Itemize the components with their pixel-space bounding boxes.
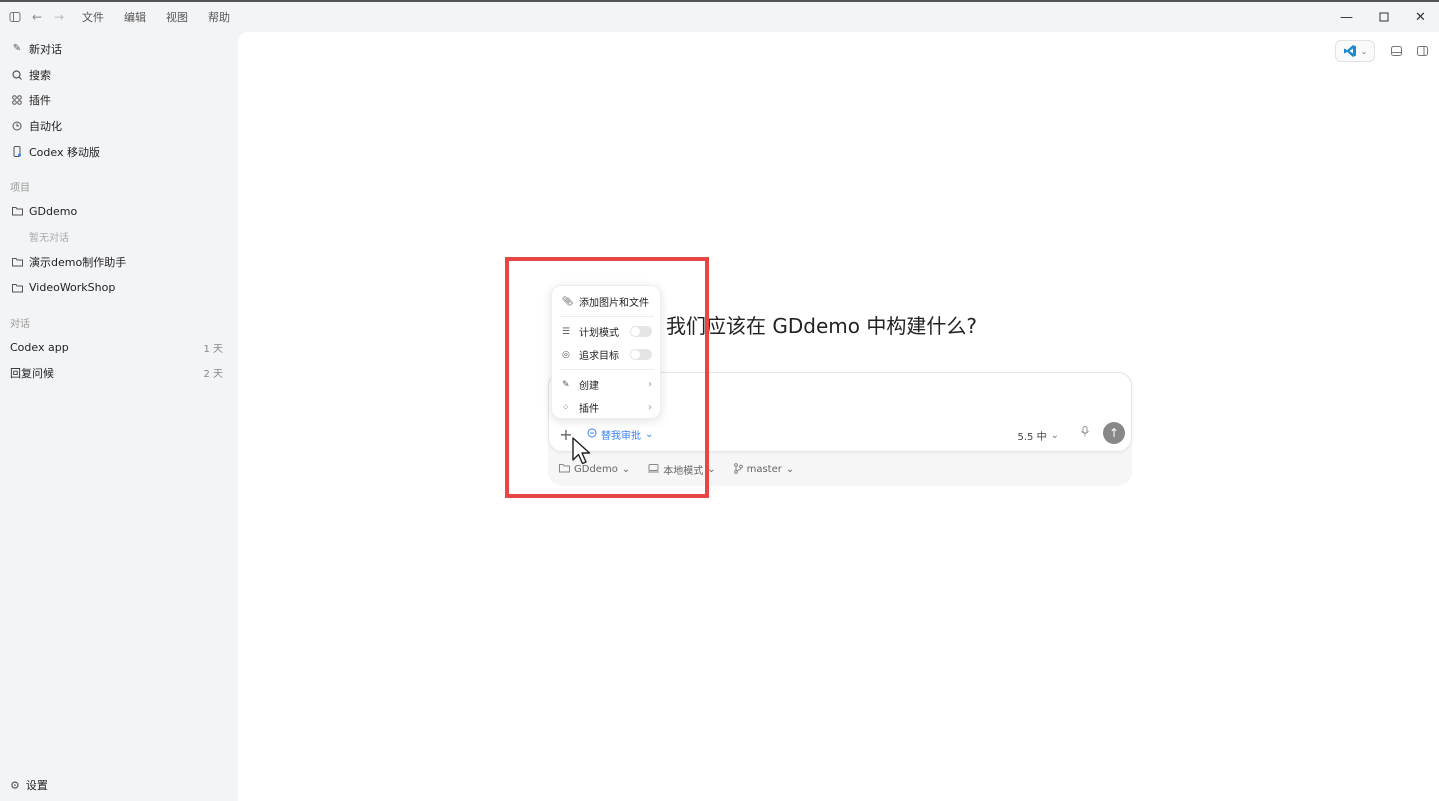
page-title: 我们应该在 GDdemo 中构建什么? [666,314,977,338]
project-videoworkshop[interactable]: VideoWorkShop [0,275,237,301]
forward-arrow-icon[interactable]: → [48,6,70,28]
sidebar-item-label: Codex 移动版 [29,145,100,159]
model-label: 5.5 中 [1017,432,1047,443]
sidebar: ✎ 新对话 搜索 插件 自动化 Codex 移动版 项目 GDdemo 暂无对话… [0,32,237,801]
highlight-box [505,257,709,498]
settings-label: 设置 [25,779,48,792]
vscode-icon [1343,45,1356,57]
maximize-icon[interactable] [1365,2,1402,32]
minimize-icon[interactable]: — [1328,2,1365,32]
sidebar-item-mobile[interactable]: Codex 移动版 [0,139,237,165]
menu-view[interactable]: 视图 [166,9,188,25]
conversation-item[interactable]: Codex app 1 天 [0,335,237,361]
chevron-down-icon: ⌄ [1050,430,1059,441]
arrow-up-icon: ↑ [1108,426,1120,440]
terminal-panel-icon[interactable] [1385,40,1407,62]
conversation-item[interactable]: 回复问候 2 天 [0,360,237,386]
title-bar: ← → 文件 编辑 视图 帮助 — ✕ [0,0,1439,32]
settings-button[interactable]: ⚙ 设置 [10,777,48,793]
project-label: VideoWorkShop [29,281,116,295]
back-arrow-icon[interactable]: ← [26,6,48,28]
folder-icon [10,204,24,218]
branch-dropdown-label: master [746,464,782,475]
phone-icon [10,145,24,159]
model-selector[interactable]: 5.5 中 ⌄ [1018,428,1059,443]
main-panel: ⌄ 我们应该在 GDdemo 中构建什么? + 替我审批 ⌄ 5.5 中 ⌄ ↑… [238,32,1439,801]
sidebar-item-search[interactable]: 搜索 [0,62,237,88]
sidebar-item-label: 搜索 [29,68,51,82]
conversation-title: 回复问候 [10,366,54,380]
conversations-heading: 对话 [10,319,30,330]
top-right-toolbar: ⌄ [1335,40,1433,62]
sidebar-item-plugins[interactable]: 插件 [0,87,237,113]
sidebar-item-label: 自动化 [29,119,62,133]
grid-icon [10,93,24,107]
sidebar-toggle-icon[interactable] [4,6,26,28]
microphone-icon[interactable] [1081,426,1089,440]
open-in-editor-button[interactable]: ⌄ [1335,40,1375,62]
project-label: GDdemo [29,204,78,218]
menu-edit[interactable]: 编辑 [124,9,146,25]
send-button[interactable]: ↑ [1103,422,1125,444]
chevron-down-icon: ⌄ [785,464,795,475]
folder-icon [10,281,24,295]
folder-icon [10,255,24,269]
clock-icon [10,119,24,133]
git-branch-icon [733,462,743,477]
side-panel-icon[interactable] [1411,40,1433,62]
project-label: 演示demo制作助手 [29,255,127,269]
conversation-age: 2 天 [203,369,223,381]
project-demo-assistant[interactable]: 演示demo制作助手 [0,249,237,275]
conversation-title: Codex app [10,340,69,354]
edit-icon: ✎ [12,43,22,55]
menu-bar: 文件 编辑 视图 帮助 [82,9,250,25]
gear-icon: ⚙ [10,778,20,792]
close-icon[interactable]: ✕ [1402,2,1439,32]
menu-file[interactable]: 文件 [82,9,104,25]
project-gddemo[interactable]: GDdemo [0,198,237,224]
sidebar-item-label: 插件 [29,94,51,108]
mouse-cursor-icon [572,437,591,465]
sidebar-item-label: 新对话 [29,42,62,56]
search-icon [10,68,24,82]
projects-heading: 项目 [10,182,30,194]
menu-help[interactable]: 帮助 [208,9,230,25]
sidebar-item-automation[interactable]: 自动化 [0,113,237,139]
branch-dropdown[interactable]: master ⌄ [733,462,795,477]
conversation-age: 1 天 [203,343,223,355]
sidebar-item-new-chat[interactable]: ✎ 新对话 [0,36,237,62]
chevron-down-icon: ⌄ [1360,46,1368,56]
empty-conversations-note: 暂无对话 [29,233,69,245]
